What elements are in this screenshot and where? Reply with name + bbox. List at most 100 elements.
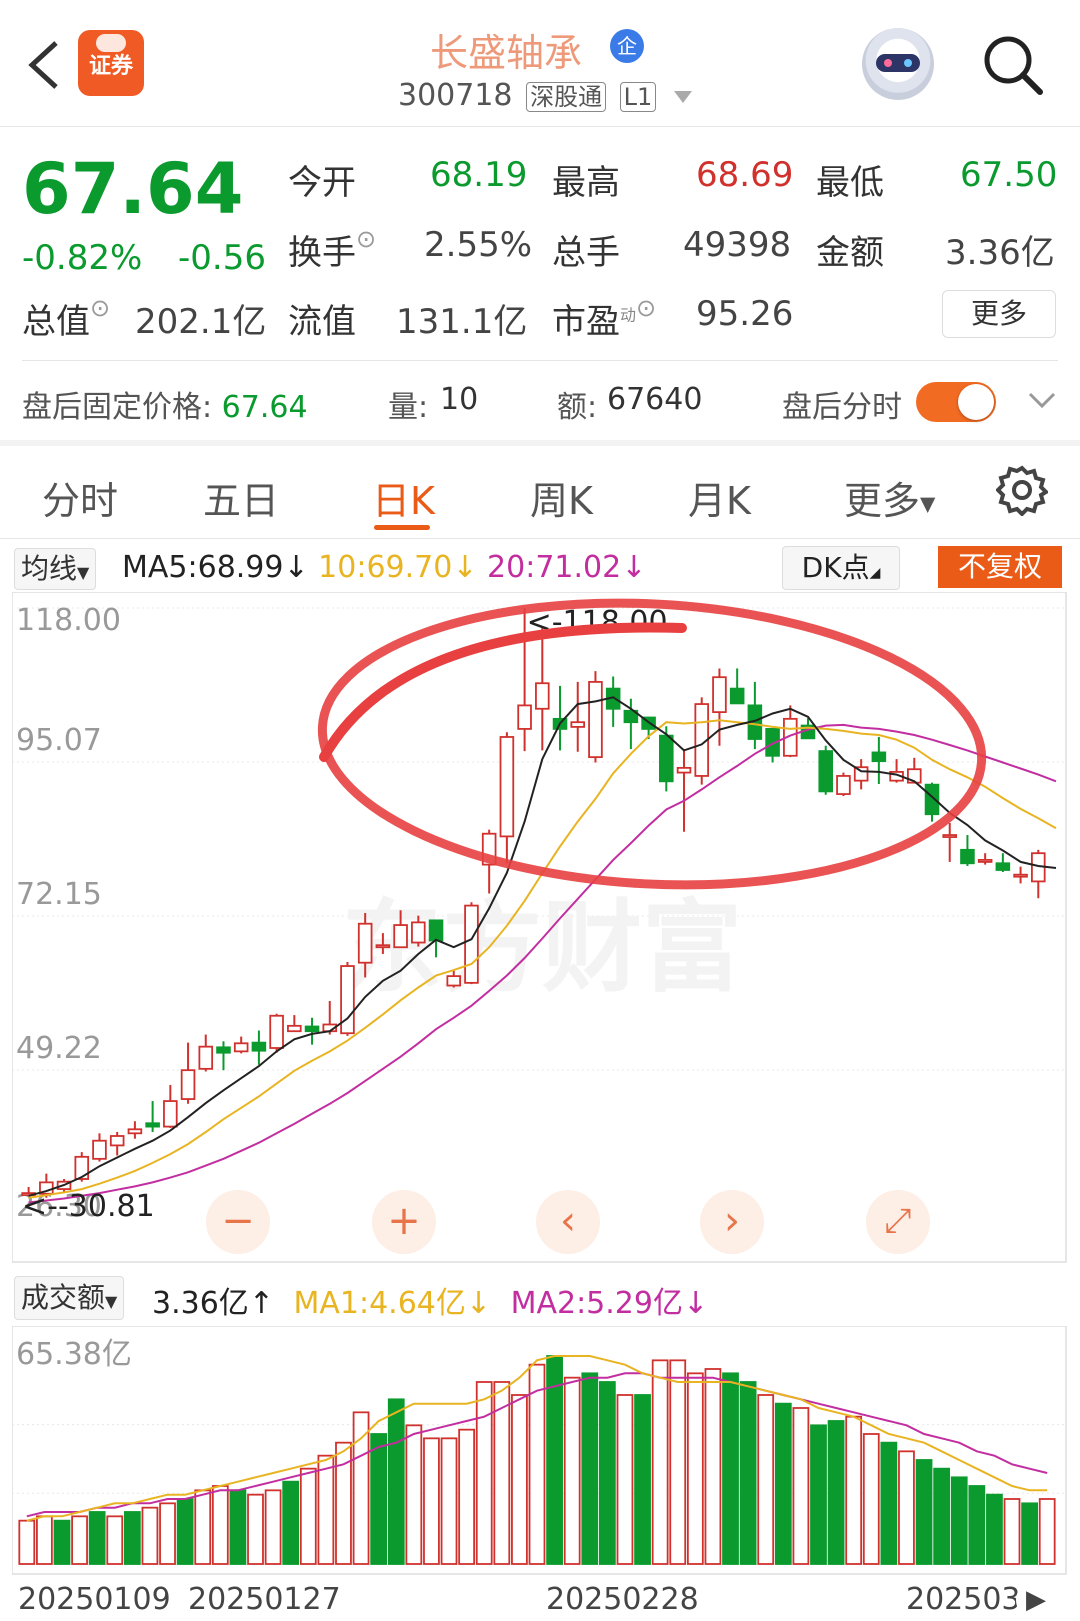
scroll-right-button[interactable]: › <box>700 1190 764 1254</box>
date-label: 202503 <box>906 1582 1021 1617</box>
quote-divider <box>22 360 1058 361</box>
fullscreen-button[interactable]: ⤢ <box>866 1190 930 1254</box>
ma-selector[interactable]: 均线▼ <box>14 548 97 590</box>
volume-bar <box>810 1424 827 1565</box>
pe-label-text: 市盈 <box>552 302 620 342</box>
volume-bar <box>71 1515 88 1565</box>
turnover-label[interactable]: 换手⊙ <box>288 225 376 274</box>
gear-icon <box>995 465 1050 517</box>
volume-bar <box>986 1493 1003 1565</box>
dropdown-triangle-icon <box>673 90 692 103</box>
tab-rik[interactable]: 日K <box>372 470 435 525</box>
volume-bar <box>475 1381 493 1565</box>
stock-code: 300718 <box>398 78 513 113</box>
volume-bar <box>528 1363 546 1565</box>
scroll-left-button[interactable]: ‹ <box>536 1190 600 1254</box>
robot-visor <box>876 54 920 72</box>
volume-bar <box>757 1394 775 1565</box>
stock-code-line[interactable]: 300718 深股通 L1 <box>398 78 692 113</box>
candle-body <box>924 783 940 816</box>
tab-zhouk[interactable]: 周K <box>530 470 593 525</box>
volume-bar <box>1038 1498 1056 1565</box>
dk-point-button[interactable]: DK点◢ <box>782 546 900 590</box>
pe-sup: 动 <box>620 305 637 325</box>
volume-bar <box>774 1402 792 1565</box>
more-button[interactable]: 更多 <box>942 290 1056 338</box>
volume-bar <box>493 1381 511 1565</box>
zoom-out-button[interactable]: − <box>206 1190 270 1254</box>
tab-wuri[interactable]: 五日 <box>203 470 279 525</box>
float-label: 流值 <box>288 302 356 342</box>
vol-legend: 3.36亿↑ MA1:4.64亿↓ MA2:5.29亿↓ <box>152 1278 708 1322</box>
zoom-in-button[interactable]: + <box>372 1190 436 1254</box>
tabs-divider <box>0 538 1080 539</box>
date-scroll-right-button[interactable]: ▶ <box>1016 1580 1056 1620</box>
tab-active-underline <box>374 525 430 530</box>
candle-body <box>92 1139 107 1160</box>
tab-fenshi[interactable]: 分时 <box>42 470 118 525</box>
enterprise-badge-text: 企 <box>617 34 637 58</box>
robot-eye-right <box>904 59 912 67</box>
broker-logo[interactable]: 证券 <box>78 30 144 96</box>
candle-body <box>446 975 462 987</box>
pe-value: 95.26 <box>696 294 794 334</box>
volume-bar <box>845 1415 863 1565</box>
volume-bar <box>933 1467 951 1565</box>
mcap-label[interactable]: 总值⊙ <box>22 294 110 343</box>
volume-bar <box>634 1394 651 1565</box>
down-arrow-icon: ↓ <box>465 1286 492 1321</box>
volume-bar <box>123 1511 141 1565</box>
tab-more-label: 更多 <box>844 479 921 523</box>
candle-body <box>127 1128 143 1135</box>
candlestick-chart[interactable]: 118.0095.0772.1549.2226.30东方财富<-118.00<-… <box>12 592 1068 1264</box>
header-divider <box>0 126 1080 127</box>
dropdown-triangle-icon: ▼ <box>77 563 90 582</box>
broker-logo-text: 证券 <box>88 54 133 79</box>
date-label: 20250109 <box>18 1582 171 1617</box>
amount-label: 金额 <box>816 233 884 273</box>
ah-amt: 67640 <box>607 382 703 417</box>
robot-avatar-icon[interactable] <box>862 28 934 100</box>
pe-label[interactable]: 市盈动⊙ <box>552 294 656 343</box>
price-axis-label: 49.22 <box>16 1031 102 1066</box>
volume-bar <box>405 1424 423 1565</box>
vol-selector[interactable]: 成交额▼ <box>14 1276 125 1320</box>
down-arrow-icon: ↓ <box>452 550 478 585</box>
info-dots-icon: ⊙ <box>356 225 377 253</box>
candle-body <box>269 1014 284 1049</box>
volume-bar <box>159 1502 176 1565</box>
volume-value: 49398 <box>683 225 792 265</box>
volume-bar <box>370 1433 388 1565</box>
volume-bar <box>141 1506 159 1565</box>
mcap-value: 202.1亿 <box>135 302 267 342</box>
volume-axis-label: 65.38亿 <box>16 1337 132 1372</box>
candle-body <box>836 775 851 795</box>
tab-yuek[interactable]: 月K <box>688 470 751 525</box>
volume-chart[interactable]: 65.38亿 <box>12 1326 1068 1576</box>
volume-bar <box>686 1372 704 1565</box>
search-button[interactable] <box>980 32 1046 98</box>
volume-bar <box>299 1467 317 1565</box>
candle-body <box>729 687 745 705</box>
tab-more[interactable]: 更多▼ <box>844 470 935 525</box>
candle-body <box>995 862 1011 871</box>
candle-body <box>570 721 586 728</box>
volume-bar <box>36 1515 53 1565</box>
down-arrow-icon: ↓ <box>682 1286 709 1321</box>
change-amt: -0.56 <box>178 238 266 278</box>
back-button[interactable] <box>20 35 68 95</box>
ma-legend: MA5:68.99↓ 10:69.70↓ 20:71.02↓ <box>122 550 646 585</box>
dropdown-triangle-icon: ▼ <box>920 491 936 516</box>
volume-bar <box>194 1489 212 1565</box>
chevron-left-icon <box>28 41 58 89</box>
settings-button[interactable] <box>995 464 1050 517</box>
candle-body <box>499 736 515 838</box>
expand-chevron-button[interactable] <box>1022 384 1062 420</box>
volume-bar <box>440 1437 458 1565</box>
candle-body <box>163 1100 178 1128</box>
no-adjust-button[interactable]: 不复权 <box>938 546 1062 588</box>
date-label: 20250127 <box>188 1582 341 1617</box>
volume-bar <box>88 1511 106 1565</box>
candle-body <box>676 766 692 774</box>
after-hours-toggle[interactable] <box>916 382 996 422</box>
